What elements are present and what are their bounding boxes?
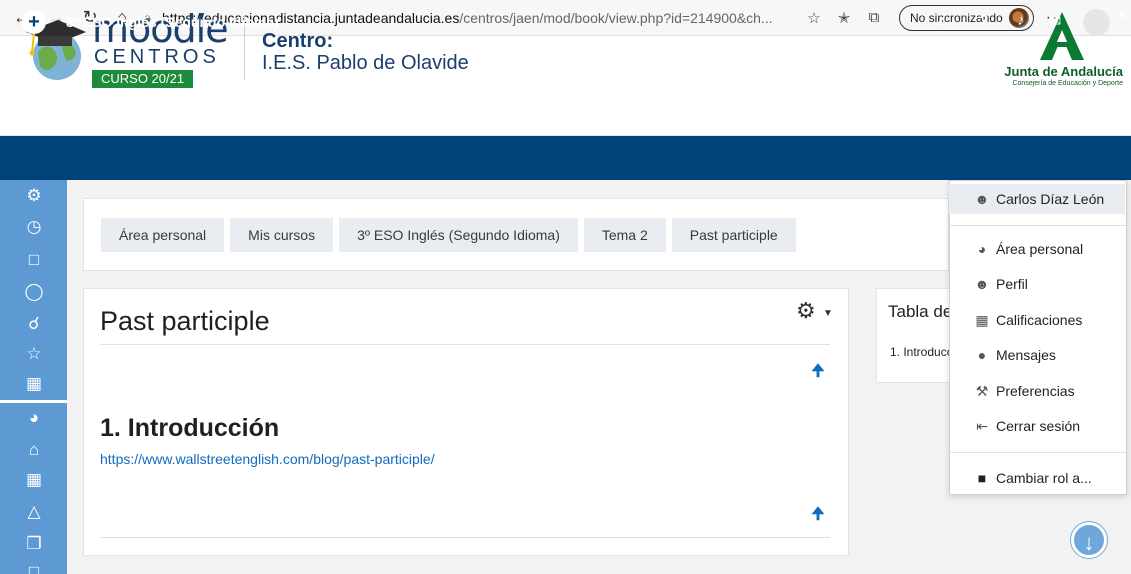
toc-title: Tabla de contenidos [888,302,950,321]
calendar-icon[interactable]: ▦ [24,470,44,490]
clock-icon[interactable]: ◷ [24,217,44,237]
user-icon: ☻ [974,191,990,207]
folder-bottom-icon[interactable]: □ [24,562,44,574]
menu-item-preferencias[interactable]: ⚒ Preferencias [949,376,1125,406]
menu-item-area-personal[interactable]: ◕ Área personal [949,234,1125,264]
junta-name: Junta de Andalucía [1004,64,1123,79]
page-title: Past participle [100,306,270,336]
menu-item-label: Cambiar rol a... [996,470,1092,486]
divider [100,537,830,538]
user-name: Carlos Díaz León [996,191,1105,207]
menu-item-label: Cerrar sesión [996,418,1081,434]
toc-item[interactable]: 1. Introducción [890,345,950,359]
favorites-icon[interactable]: ✭ [829,9,859,27]
chat-icon: ● [977,347,987,363]
user-menu-dropdown [949,180,1127,495]
menu-item-perfil[interactable]: ☻ Perfil [949,269,1125,299]
menu-item-label: Preferencias [996,383,1075,399]
user-menu-caret-icon[interactable]: ▼ [1118,11,1127,21]
menu-divider [950,452,1126,453]
wrench-icon: ⚒ [975,382,989,399]
breadcrumb-item[interactable]: Tema 2 [583,218,666,252]
course-name[interactable]: 3º ESO Inglés (Segundo Idioma) [66,14,279,30]
collections-icon[interactable]: ⧉ [859,9,889,26]
scroll-down-icon[interactable]: ↓ [1071,522,1107,558]
section-link[interactable]: https://www.wallstreetenglish.com/blog/p… [100,451,435,467]
user-avatar[interactable] [1083,9,1110,36]
top-navbar [0,136,1131,180]
user-icon[interactable]: ◯ [24,282,44,302]
expand-icon[interactable]: ↗ [930,12,950,30]
dashboard-icon: ◕ [977,241,987,257]
breadcrumb-item[interactable]: 3º ESO Inglés (Segundo Idioma) [339,218,578,252]
grades-icon[interactable]: ▦ [24,374,44,394]
files-icon[interactable]: ❐ [24,534,44,554]
curso-badge: CURSO 20/21 [92,70,194,88]
menu-item-mensajes[interactable]: ● Mensajes [949,340,1125,370]
user-menu-name[interactable]: ☻ Carlos Díaz León [949,184,1125,214]
centro-label: Centro: [262,30,334,52]
folder-icon[interactable]: □ [24,250,44,270]
breadcrumb-item[interactable]: Past participle [671,218,796,252]
menu-item-label: Perfil [996,276,1028,292]
messages-icon[interactable]: ✉ [1045,12,1065,30]
breadcrumb: Área personal Mis cursos 3º ESO Inglés (… [101,218,802,252]
up-arrow-icon[interactable]: 🠉 [810,503,826,530]
role-icon: ■ [977,470,987,486]
menu-item-label: Área personal [996,241,1084,257]
section-title: 1. Introducción [100,414,280,442]
drawer-toggle-plus-icon[interactable]: + [22,10,46,34]
participants-icon[interactable]: ⚙ [24,186,44,206]
star-icon[interactable]: ☆ [24,344,44,364]
breadcrumb-item[interactable]: Área personal [101,218,225,252]
centro-name: I.E.S. Pablo de Olavide [262,52,469,74]
gear-icon[interactable]: ⚙ [796,298,816,324]
home-site-icon[interactable]: ⌂ [24,440,44,460]
up-arrow-icon[interactable]: 🠉 [810,360,826,387]
dashboard-icon[interactable]: ◕ [24,408,44,428]
brand-sub: CENTROS [94,46,220,68]
help-icon[interactable]: ? [974,12,994,29]
junta-subtitle: Consejería de Educación y Deporte [1012,80,1123,87]
gear-caret-icon[interactable]: ▼ [823,308,833,319]
menu-item-label: Calificaciones [996,312,1083,328]
divider [100,344,830,345]
courses-icon[interactable]: △ [24,502,44,522]
breadcrumb-item[interactable]: Mis cursos [230,218,334,252]
menu-item-cambiar-rol[interactable]: ■ Cambiar rol a... [949,463,1125,493]
url-path: /centros/jaen/mod/book/view.php?id=21490… [459,9,773,26]
badge-icon[interactable]: ☌ [24,314,44,334]
user-icon: ☻ [974,276,990,292]
drawer-separator [0,400,67,403]
menu-item-cerrar-sesion[interactable]: ⇤ Cerrar sesión [949,411,1125,441]
menu-item-calificaciones[interactable]: ▦ Calificaciones [949,305,1125,335]
menu-divider [950,225,1126,226]
menu-item-label: Mensajes [996,347,1056,363]
bell-icon[interactable]: ♪ [1011,12,1031,29]
favorite-add-icon[interactable]: ☆ [799,9,829,27]
grades-icon: ▦ [975,311,989,328]
logout-icon: ⇤ [976,417,988,434]
